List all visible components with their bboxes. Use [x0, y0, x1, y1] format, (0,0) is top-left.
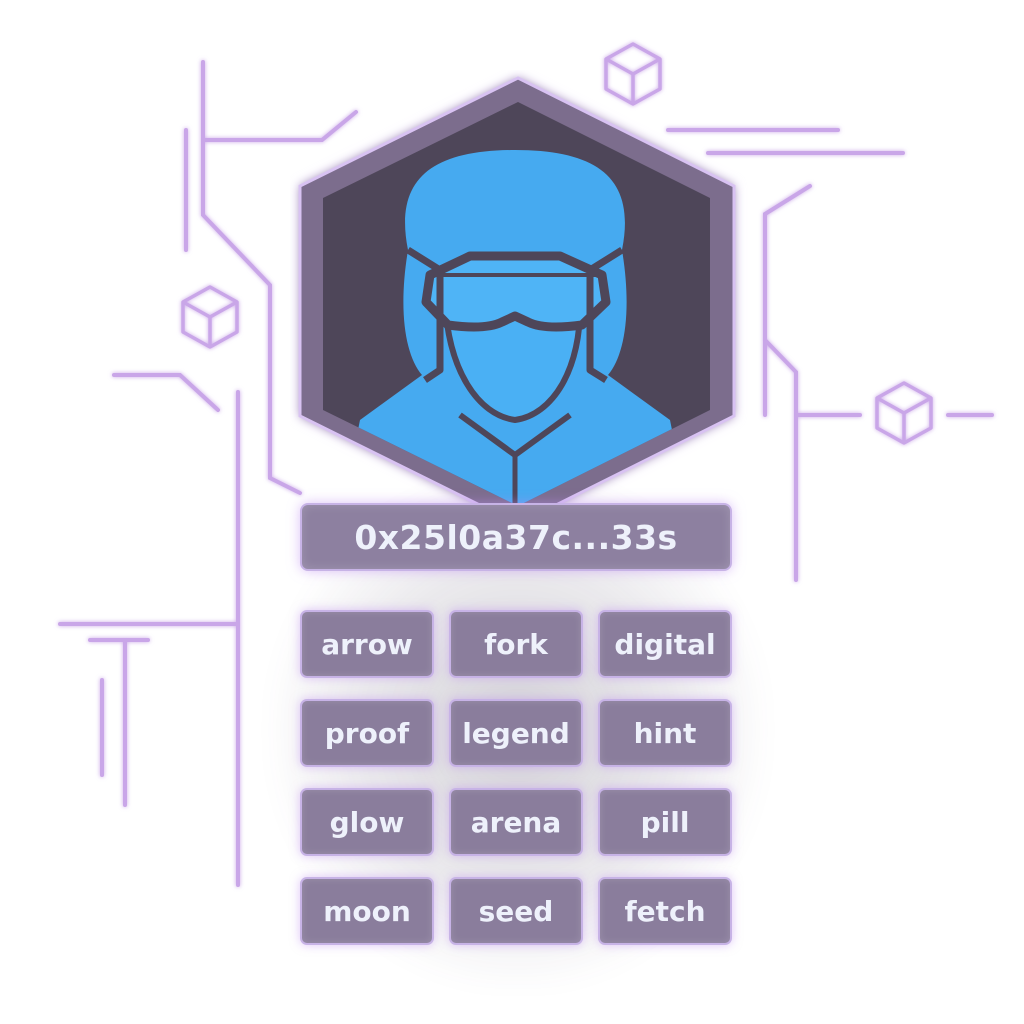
seed-word[interactable]: hint: [598, 699, 732, 767]
cube-icon: [181, 285, 239, 349]
cube-icon: [875, 381, 933, 445]
seed-word[interactable]: glow: [300, 788, 434, 856]
seed-word[interactable]: pill: [598, 788, 732, 856]
wallet-address: 0x25l0a37c...33s: [300, 503, 732, 571]
seed-word[interactable]: fetch: [598, 877, 732, 945]
seed-word[interactable]: arrow: [300, 610, 434, 678]
seed-word[interactable]: fork: [449, 610, 583, 678]
seed-word[interactable]: digital: [598, 610, 732, 678]
avatar: [298, 76, 736, 510]
seed-word[interactable]: seed: [449, 877, 583, 945]
seed-word[interactable]: proof: [300, 699, 434, 767]
seed-word[interactable]: legend: [449, 699, 583, 767]
seed-word[interactable]: moon: [300, 877, 434, 945]
seed-phrase-grid: arrow fork digital proof legend hint glo…: [300, 610, 732, 945]
seed-word[interactable]: arena: [449, 788, 583, 856]
